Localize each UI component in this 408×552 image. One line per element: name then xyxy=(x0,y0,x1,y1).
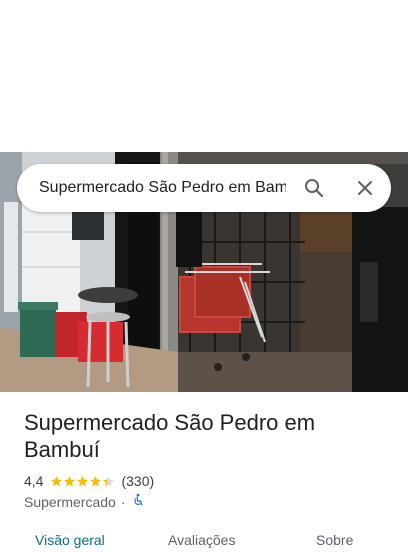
tab-reviews[interactable]: Avaliações xyxy=(168,532,235,548)
close-icon[interactable] xyxy=(353,176,377,200)
rating-value: 4,4 xyxy=(24,473,44,489)
star-icon xyxy=(103,475,115,486)
category-separator: · xyxy=(120,493,126,510)
tab-overview[interactable]: Visão geral xyxy=(35,532,105,548)
place-tabs: Visão geral Avaliações Sobre xyxy=(0,532,408,552)
top-blank-area xyxy=(0,0,408,152)
search-input[interactable] xyxy=(39,179,286,197)
place-category[interactable]: Supermercado xyxy=(24,494,116,510)
search-bar xyxy=(17,164,391,212)
star-icon xyxy=(90,475,102,486)
star-icon xyxy=(64,475,76,486)
tab-about[interactable]: Sobre xyxy=(316,532,353,548)
rating-stars xyxy=(50,475,115,488)
place-info-panel: Supermercado São Pedro em Bambuí 4,4 (33… xyxy=(0,392,408,548)
search-icon[interactable] xyxy=(302,176,326,200)
star-icon xyxy=(77,475,89,486)
rating-row[interactable]: 4,4 (330) xyxy=(24,473,154,489)
review-count[interactable]: (330) xyxy=(121,473,154,489)
category-row: Supermercado · xyxy=(24,493,145,510)
star-icon xyxy=(51,475,63,486)
place-title: Supermercado São Pedro em Bambuí xyxy=(24,410,316,462)
wheelchair-accessible-icon xyxy=(131,493,145,510)
